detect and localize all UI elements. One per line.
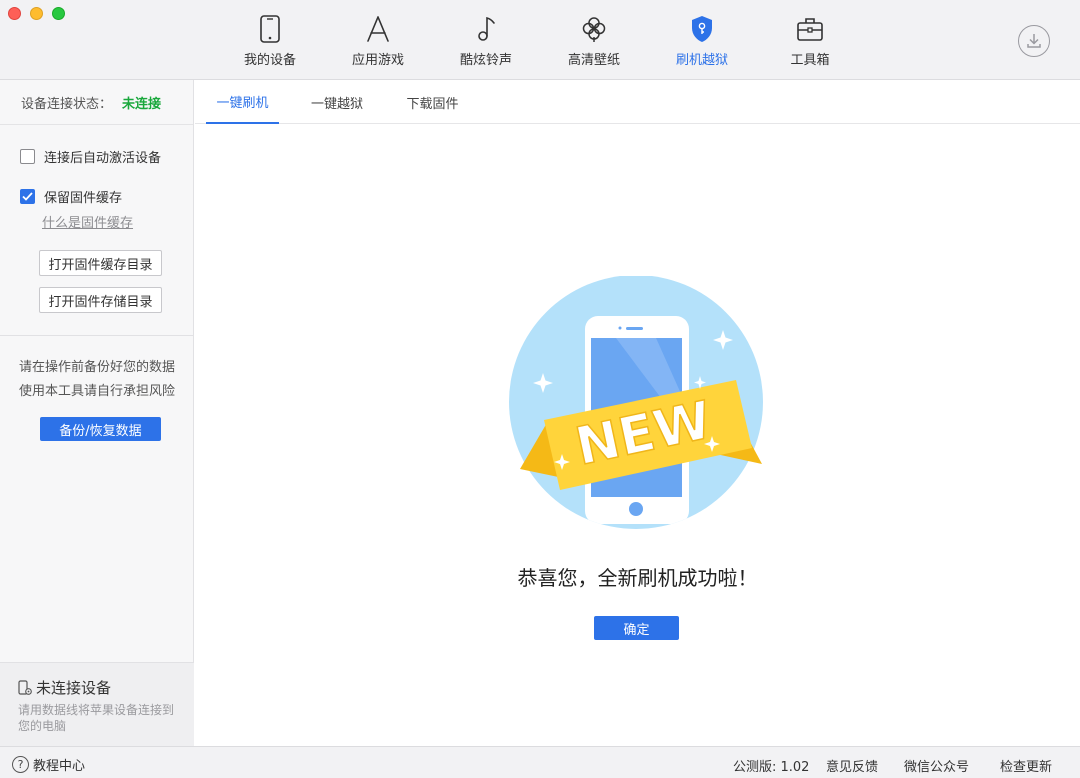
- success-message: 恭喜您，全新刷机成功啦！: [517, 566, 758, 590]
- download-button[interactable]: [1018, 25, 1050, 57]
- checkmark-icon: [22, 192, 33, 201]
- version-label: 公测版: 1.02: [733, 760, 810, 775]
- keep-cache-checkbox[interactable]: [20, 189, 35, 204]
- nav-ringtones[interactable]: 酷炫铃声: [432, 0, 540, 80]
- device-status-panel: 未连接设备 请用数据线将苹果设备连接到您的电脑: [0, 662, 194, 746]
- main-panel: 一键刷机 一键越狱 下载固件 NEW 恭喜您，全新刷机成功啦！ 确定: [195, 80, 1080, 746]
- nav-label: 应用游戏: [351, 53, 404, 68]
- warning-text-1: 请在操作前备份好您的数据: [18, 360, 175, 375]
- nav-label: 高清壁纸: [567, 53, 620, 68]
- nav-apps-games[interactable]: 应用游戏: [324, 0, 432, 80]
- tab-download-firmware[interactable]: 下载固件: [395, 80, 470, 124]
- device-title-text: 未连接设备: [36, 679, 112, 697]
- check-update-link[interactable]: 检查更新: [1000, 756, 1052, 775]
- flower-icon: [579, 14, 609, 44]
- wechat-link[interactable]: 微信公众号: [904, 756, 969, 775]
- warning-text-2: 使用本工具请自行承担风险: [18, 384, 175, 399]
- status-value: 未连接: [122, 96, 162, 112]
- tutorial-center-button[interactable]: ? 教程中心: [12, 755, 85, 774]
- minimize-window-button[interactable]: [30, 7, 43, 20]
- app-window: 我的设备 应用游戏 酷炫铃声 高清壁纸 刷机越狱 工具箱 设备连接状态： 未连接…: [0, 0, 1080, 778]
- keep-cache-option[interactable]: 保留固件缓存: [20, 187, 122, 206]
- auto-activate-checkbox[interactable]: [20, 149, 35, 164]
- connection-status: 设备连接状态： 未连接: [0, 80, 193, 125]
- music-note-icon: [471, 14, 501, 44]
- tutorial-center-label: 教程中心: [33, 759, 86, 774]
- device-hint: 请用数据线将苹果设备连接到您的电脑: [18, 703, 175, 733]
- shield-icon: [687, 14, 717, 44]
- toolbox-icon: [795, 14, 825, 44]
- what-is-cache-link[interactable]: 什么是固件缓存: [42, 212, 133, 231]
- confirm-button[interactable]: 确定: [594, 616, 679, 640]
- keep-cache-label: 保留固件缓存: [44, 191, 123, 206]
- main-nav: 我的设备 应用游戏 酷炫铃声 高清壁纸 刷机越狱 工具箱: [216, 0, 864, 80]
- device-title: 未连接设备: [18, 677, 194, 698]
- tab-one-click-jailbreak[interactable]: 一键越狱: [301, 80, 373, 124]
- nav-label: 酷炫铃声: [459, 53, 512, 68]
- tab-bar: 一键刷机 一键越狱 下载固件: [195, 80, 1080, 124]
- success-illustration: NEW: [509, 276, 763, 529]
- nav-label: 我的设备: [243, 53, 296, 68]
- open-storage-dir-button[interactable]: 打开固件存储目录: [39, 287, 162, 313]
- phone-settings-icon: [18, 679, 32, 695]
- window-controls: [8, 7, 65, 20]
- phone-icon: [255, 14, 285, 44]
- open-cache-dir-button[interactable]: 打开固件缓存目录: [39, 250, 162, 276]
- backup-restore-button[interactable]: 备份/恢复数据: [40, 417, 161, 441]
- download-icon: [1027, 34, 1041, 48]
- nav-wallpapers[interactable]: 高清壁纸: [540, 0, 648, 80]
- close-window-button[interactable]: [8, 7, 21, 20]
- sidebar: 设备连接状态： 未连接 连接后自动激活设备 保留固件缓存 什么是固件缓存 打开固…: [0, 80, 194, 746]
- zoom-window-button[interactable]: [52, 7, 65, 20]
- status-bar: ? 教程中心 公测版: 1.02 意见反馈 微信公众号 检查更新: [0, 746, 1080, 778]
- help-icon: ?: [12, 756, 29, 773]
- top-toolbar: 我的设备 应用游戏 酷炫铃声 高清壁纸 刷机越狱 工具箱: [0, 0, 1080, 80]
- app-store-icon: [363, 14, 393, 44]
- nav-label: 工具箱: [790, 53, 830, 68]
- tab-one-click-flash[interactable]: 一键刷机: [206, 80, 279, 124]
- status-label: 设备连接状态：: [21, 96, 113, 112]
- auto-activate-option[interactable]: 连接后自动激活设备: [20, 147, 161, 166]
- feedback-link[interactable]: 意见反馈: [826, 756, 878, 775]
- nav-toolbox[interactable]: 工具箱: [756, 0, 864, 80]
- nav-my-device[interactable]: 我的设备: [216, 0, 324, 80]
- nav-label: 刷机越狱: [675, 53, 728, 68]
- nav-flash-jailbreak[interactable]: 刷机越狱: [648, 0, 756, 80]
- sidebar-divider: [0, 335, 194, 336]
- auto-activate-label: 连接后自动激活设备: [44, 151, 162, 166]
